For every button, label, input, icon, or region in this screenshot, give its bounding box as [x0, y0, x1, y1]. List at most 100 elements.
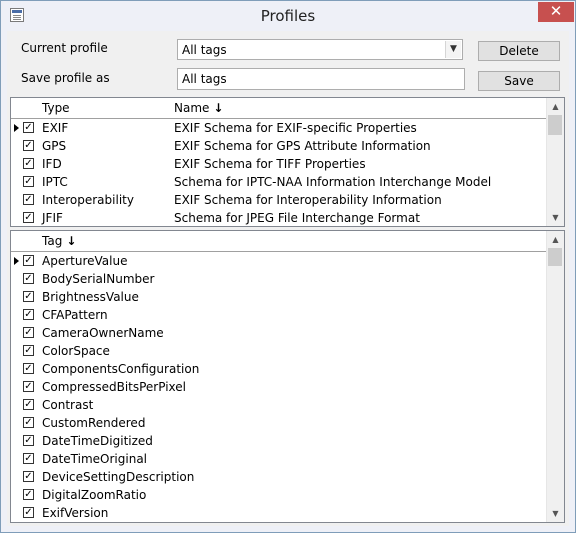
row-pointer-icon — [11, 468, 21, 486]
row-checkbox[interactable]: ✓ — [23, 291, 34, 302]
row-checkbox[interactable]: ✓ — [23, 158, 34, 169]
dialog-content: Current profile All tags ▼ Delete Save p… — [7, 31, 569, 526]
row-checkbox[interactable]: ✓ — [23, 399, 34, 410]
tags-grid[interactable]: Tag ↓ ✓ ApertureValue ✓ BodySerialNumber ✓ Bri… — [10, 230, 565, 523]
tags-grid-row[interactable]: ✓ ExifVersion — [11, 504, 548, 522]
column-header-type[interactable]: Type — [42, 101, 70, 115]
tags-scrollbar[interactable]: ▲ ▼ — [546, 231, 564, 522]
row-pointer-icon — [11, 342, 21, 360]
row-pointer-icon — [11, 324, 21, 342]
save-button[interactable]: Save — [478, 71, 560, 91]
row-pointer-icon — [11, 450, 21, 468]
scroll-down-icon[interactable]: ▼ — [547, 505, 564, 522]
row-checkbox[interactable]: ✓ — [23, 122, 34, 133]
row-checkbox[interactable]: ✓ — [23, 273, 34, 284]
column-header-tag-label: Tag — [42, 234, 63, 248]
types-scroll-thumb[interactable] — [548, 115, 562, 135]
save-profile-input[interactable]: All tags — [177, 68, 465, 90]
row-checkbox[interactable]: ✓ — [23, 489, 34, 500]
chevron-down-icon[interactable]: ▼ — [445, 41, 461, 58]
row-checkbox[interactable]: ✓ — [23, 327, 34, 338]
row-checkbox[interactable]: ✓ — [23, 255, 34, 266]
types-grid-row[interactable]: ✓ JFIF Schema for JPEG File Interchange Fo… — [11, 209, 548, 226]
tag-cell: CustomRendered — [42, 416, 146, 430]
row-checkbox[interactable]: ✓ — [23, 381, 34, 392]
types-grid-header: Type Name ↓ — [11, 98, 548, 119]
row-pointer-icon — [11, 119, 21, 137]
resize-grip-icon[interactable] — [565, 522, 575, 532]
tag-cell: DeviceSettingDescription — [42, 470, 195, 484]
tags-grid-row[interactable]: ✓ DigitalZoomRatio — [11, 486, 548, 504]
column-header-tag[interactable]: Tag ↓ — [42, 234, 76, 248]
row-pointer-icon — [11, 504, 21, 522]
row-pointer-icon — [11, 270, 21, 288]
tags-grid-row[interactable]: ✓ DateTimeOriginal — [11, 450, 548, 468]
scroll-up-icon[interactable]: ▲ — [547, 231, 564, 248]
tags-grid-row[interactable]: ✓ CustomRendered — [11, 414, 548, 432]
tag-cell: DateTimeDigitized — [42, 434, 153, 448]
type-cell: Interoperability — [42, 193, 134, 207]
tags-grid-row[interactable]: ✓ CompressedBitsPerPixel — [11, 378, 548, 396]
current-profile-value: All tags — [182, 43, 227, 57]
window-title: Profiles — [260, 7, 316, 25]
row-checkbox[interactable]: ✓ — [23, 471, 34, 482]
tags-grid-row[interactable]: ✓ CFAPattern — [11, 306, 548, 324]
current-profile-label: Current profile — [21, 41, 108, 55]
current-profile-select[interactable]: All tags ▼ — [177, 39, 463, 60]
tag-cell: DateTimeOriginal — [42, 452, 148, 466]
row-checkbox[interactable]: ✓ — [23, 453, 34, 464]
tags-grid-row[interactable]: ✓ ApertureValue — [11, 252, 548, 270]
tags-grid-row[interactable]: ✓ DeviceSettingDescription — [11, 468, 548, 486]
tags-grid-row[interactable]: ✓ BrightnessValue — [11, 288, 548, 306]
row-pointer-icon — [11, 155, 21, 173]
types-grid-row[interactable]: ✓ GPS EXIF Schema for GPS Attribute Inform… — [11, 137, 548, 155]
tag-cell: ExifVersion — [42, 506, 109, 520]
row-checkbox[interactable]: ✓ — [23, 363, 34, 374]
name-cell: EXIF Schema for TIFF Properties — [174, 157, 366, 171]
title-bar[interactable]: Profiles ✕ — [1, 1, 575, 31]
type-cell: GPS — [42, 139, 67, 153]
types-scrollbar[interactable]: ▲ ▼ — [546, 98, 564, 226]
row-checkbox[interactable]: ✓ — [23, 435, 34, 446]
row-checkbox[interactable]: ✓ — [23, 309, 34, 320]
column-header-name[interactable]: Name ↓ — [174, 101, 223, 115]
tags-grid-row[interactable]: ✓ CameraOwnerName — [11, 324, 548, 342]
row-pointer-icon — [11, 137, 21, 155]
tags-grid-row[interactable]: ✓ ComponentsConfiguration — [11, 360, 548, 378]
scroll-up-icon[interactable]: ▲ — [547, 98, 564, 115]
close-icon: ✕ — [549, 2, 563, 20]
name-cell: Schema for JPEG File Interchange Format — [174, 211, 420, 225]
row-checkbox[interactable]: ✓ — [23, 194, 34, 205]
types-grid-row[interactable]: ✓ IPTC Schema for IPTC-NAA Information Int… — [11, 173, 548, 191]
row-pointer-icon — [11, 252, 21, 270]
row-checkbox[interactable]: ✓ — [23, 417, 34, 428]
sort-descending-icon: ↓ — [213, 101, 224, 115]
type-cell: IPTC — [42, 175, 68, 189]
tags-scroll-thumb[interactable] — [548, 248, 562, 266]
type-cell: JFIF — [42, 211, 63, 225]
tags-grid-header: Tag ↓ — [11, 231, 548, 252]
types-grid-row[interactable]: ✓ IFD EXIF Schema for TIFF Properties — [11, 155, 548, 173]
tag-cell: BodySerialNumber — [42, 272, 155, 286]
types-grid[interactable]: Type Name ↓ ✓ EXIF EXIF Schema for EXIF-spe… — [10, 97, 565, 227]
row-checkbox[interactable]: ✓ — [23, 507, 34, 518]
row-pointer-icon — [11, 306, 21, 324]
column-header-name-label: Name — [174, 101, 210, 115]
tags-grid-row[interactable]: ✓ Contrast — [11, 396, 548, 414]
row-checkbox[interactable]: ✓ — [23, 212, 34, 223]
tags-grid-row[interactable]: ✓ BodySerialNumber — [11, 270, 548, 288]
row-checkbox[interactable]: ✓ — [23, 140, 34, 151]
tag-cell: Contrast — [42, 398, 94, 412]
scroll-down-icon[interactable]: ▼ — [547, 209, 564, 226]
close-button[interactable]: ✕ — [538, 2, 574, 22]
tags-grid-row[interactable]: ✓ ColorSpace — [11, 342, 548, 360]
types-grid-row[interactable]: ✓ EXIF EXIF Schema for EXIF-specific Prope… — [11, 119, 548, 137]
tag-cell: ColorSpace — [42, 344, 110, 358]
tags-grid-row[interactable]: ✓ DateTimeDigitized — [11, 432, 548, 450]
tag-cell: ApertureValue — [42, 254, 128, 268]
name-cell: EXIF Schema for GPS Attribute Informatio… — [174, 139, 431, 153]
row-checkbox[interactable]: ✓ — [23, 345, 34, 356]
types-grid-row[interactable]: ✓ Interoperability EXIF Schema for Interop… — [11, 191, 548, 209]
row-checkbox[interactable]: ✓ — [23, 176, 34, 187]
delete-button[interactable]: Delete — [478, 41, 560, 61]
